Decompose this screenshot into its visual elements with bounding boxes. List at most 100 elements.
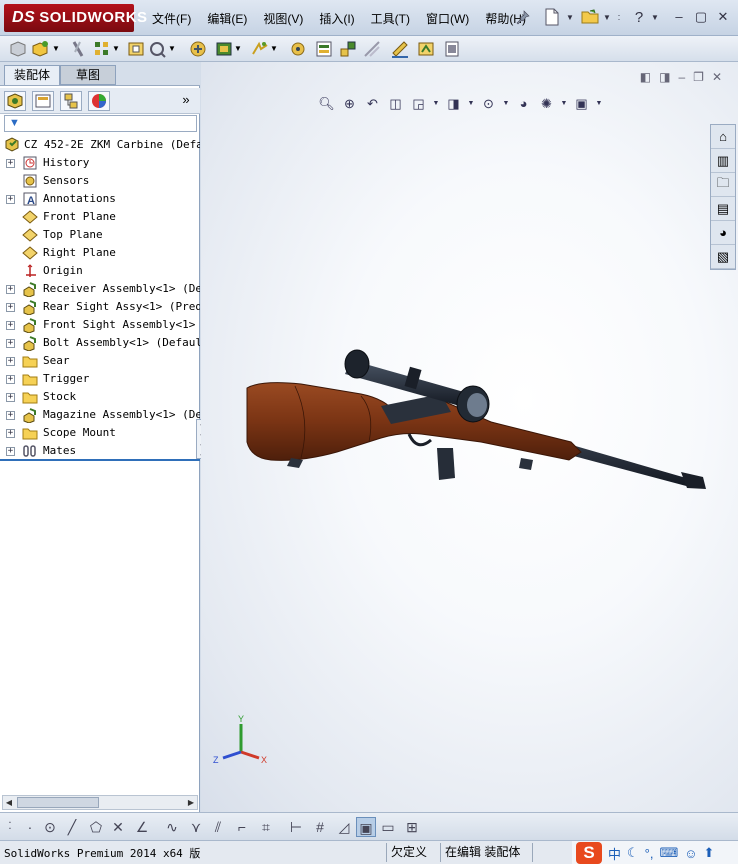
ime-skin-icon[interactable]: ⬆: [704, 845, 715, 861]
chevron-down-icon[interactable]: ▼: [52, 39, 62, 59]
open-folder-icon[interactable]: [580, 7, 600, 27]
horizontal-dimension-icon[interactable]: ⊢: [286, 817, 306, 837]
spline-icon[interactable]: ∿: [162, 817, 182, 837]
expand-icon[interactable]: +: [6, 393, 15, 402]
tree-item-magazine-assembly[interactable]: + Magazine Assembly<1> (Default): [0, 406, 200, 424]
tree-item-history[interactable]: + History: [0, 154, 200, 172]
scroll-left-icon[interactable]: ◀: [3, 796, 15, 809]
design-library-icon[interactable]: ▥: [711, 149, 735, 173]
instant3d-icon[interactable]: [416, 39, 436, 59]
expand-icon[interactable]: +: [6, 159, 15, 168]
chevron-down-icon[interactable]: ▼: [602, 9, 612, 25]
tree-item-bolt-assembly[interactable]: + Bolt Assembly<1> (Default<Default>): [0, 334, 200, 352]
menu-file[interactable]: 文件(F): [144, 10, 199, 27]
expand-icon[interactable]: +: [6, 447, 15, 456]
3d-view-icon[interactable]: ▣: [356, 817, 376, 837]
hide-show-items-icon[interactable]: ⊙: [479, 94, 498, 113]
new-part-icon[interactable]: [30, 39, 50, 59]
expand-icon[interactable]: +: [6, 411, 15, 420]
tree-item-receiver-assembly[interactable]: + Receiver Assembly<1> (Default<Default_…: [0, 280, 200, 298]
tree-item-mates[interactable]: + Mates: [0, 442, 200, 460]
tree-item-trigger[interactable]: + Trigger: [0, 370, 200, 388]
zoom-to-fit-icon[interactable]: 🔍︎: [317, 94, 336, 113]
chevron-down-icon[interactable]: ▼: [502, 94, 510, 113]
tree-filter[interactable]: ▼: [4, 115, 197, 132]
single-view-icon[interactable]: ▭: [378, 817, 398, 837]
tree-item-stock[interactable]: + Stock: [0, 388, 200, 406]
chevron-down-icon[interactable]: ▼: [432, 94, 440, 113]
exploded-view-icon[interactable]: [338, 39, 358, 59]
featuremanager-tab-icon[interactable]: [4, 91, 26, 111]
view-palette-icon[interactable]: ▤: [711, 197, 735, 221]
edit-appearance-icon[interactable]: ◕: [514, 94, 533, 113]
ime-moon-icon[interactable]: ☾: [627, 845, 639, 861]
interference-detection-icon[interactable]: [390, 39, 410, 59]
grid-icon[interactable]: #: [310, 817, 330, 837]
ime-punctuation-icon[interactable]: °,: [645, 846, 654, 861]
file-explorer-icon[interactable]: 🗀: [711, 173, 735, 197]
display-style-icon[interactable]: ◨: [444, 94, 463, 113]
ime-keyboard-icon[interactable]: ⌨: [659, 845, 678, 861]
viewport-close-icon[interactable]: ✕: [712, 70, 722, 84]
expand-icon[interactable]: +: [6, 357, 15, 366]
zoom-to-area-icon[interactable]: ⊕: [340, 94, 359, 113]
expand-icon[interactable]: +: [6, 195, 15, 204]
file-properties-icon[interactable]: [442, 39, 462, 59]
appearances-scenes-icon[interactable]: ◕: [711, 221, 735, 245]
tree-item-origin[interactable]: Origin: [0, 262, 200, 280]
restore-icon[interactable]: ▢: [692, 8, 710, 26]
chevron-down-icon[interactable]: ▼: [467, 94, 475, 113]
parallel-lines-icon[interactable]: ⫽: [208, 817, 228, 837]
chevron-down-icon[interactable]: ▼: [595, 94, 603, 113]
bill-of-materials-icon[interactable]: [314, 39, 334, 59]
sogou-logo-icon[interactable]: S: [576, 842, 602, 864]
menu-window[interactable]: 窗口(W): [418, 10, 477, 27]
offset-icon[interactable]: ⋎: [186, 817, 206, 837]
smart-fasteners-icon[interactable]: [126, 39, 146, 59]
insert-component-icon[interactable]: [8, 39, 28, 59]
section-view-icon[interactable]: ◫: [386, 94, 405, 113]
explode-line-sketch-icon[interactable]: [362, 39, 382, 59]
configurationmanager-tab-icon[interactable]: [60, 91, 82, 111]
chevron-down-icon[interactable]: ▼: [650, 9, 660, 25]
assembly-features-icon[interactable]: [214, 39, 234, 59]
close-icon[interactable]: ✕: [714, 8, 732, 26]
chevron-down-icon[interactable]: ▼: [270, 39, 280, 59]
tab-assembly[interactable]: 装配体: [4, 65, 60, 85]
menu-edit[interactable]: 编辑(E): [199, 10, 255, 27]
tree-item-scope-mount[interactable]: + Scope Mount: [0, 424, 200, 442]
apply-scene-icon[interactable]: ✺: [537, 94, 556, 113]
tree-item-rear-sight-assy[interactable]: + Rear Sight Assy<1> (Predetermined): [0, 298, 200, 316]
previous-view-icon[interactable]: ↶: [363, 94, 382, 113]
expand-icon[interactable]: +: [6, 375, 15, 384]
minimize-icon[interactable]: –: [670, 8, 688, 26]
expand-icon[interactable]: +: [6, 285, 15, 294]
graphics-area[interactable]: ◧ ◨ – ❐ ✕ 🔍︎ ⊕ ↶ ◫ ◲ ▼ ◨ ▼ ⊙ ▼ ◕ ✺ ▼ ▣ ▼…: [201, 62, 738, 812]
corner-rectangle-icon[interactable]: ⌐: [232, 817, 252, 837]
propertymanager-tab-icon[interactable]: [32, 91, 54, 111]
menu-tools[interactable]: 工具(T): [363, 10, 418, 27]
tree-item-sensors[interactable]: Sensors: [0, 172, 200, 190]
tile-right-icon[interactable]: ◨: [659, 70, 670, 84]
move-component-icon[interactable]: [148, 39, 168, 59]
angle-icon[interactable]: ∠: [132, 817, 152, 837]
trim-icon[interactable]: ✕: [108, 817, 128, 837]
chevron-down-icon[interactable]: ▼: [112, 39, 122, 59]
mate-icon[interactable]: [68, 39, 88, 59]
custom-properties-icon[interactable]: ▧: [711, 245, 735, 269]
reference-geometry-icon[interactable]: [250, 39, 270, 59]
solidworks-logo[interactable]: DS SOLIDWORKS: [4, 4, 147, 32]
point-icon[interactable]: ·: [20, 817, 40, 837]
smart-dimension-icon[interactable]: ⌗: [256, 817, 276, 837]
chevron-down-icon[interactable]: ▼: [234, 39, 244, 59]
view-settings-icon[interactable]: ▣: [572, 94, 591, 113]
polygon-icon[interactable]: ⬠: [86, 817, 106, 837]
multi-view-icon[interactable]: ⊞: [402, 817, 422, 837]
line-icon[interactable]: ╱: [62, 817, 82, 837]
rollback-bar[interactable]: [0, 459, 200, 461]
displaymanager-tab-icon[interactable]: [88, 91, 110, 111]
scroll-right-icon[interactable]: ▶: [185, 796, 197, 809]
scrollbar-thumb[interactable]: [17, 797, 99, 808]
more-icon[interactable]: :: [616, 9, 622, 25]
tree-root-assembly[interactable]: CZ 452-2E ZKM Carbine (Default<Display S…: [0, 136, 200, 154]
